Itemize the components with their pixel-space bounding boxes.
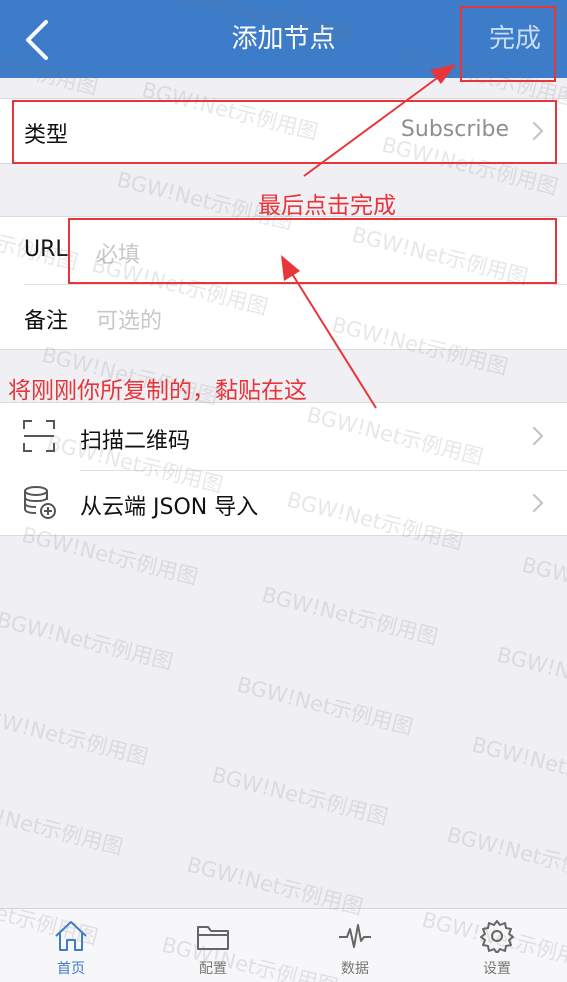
type-highlight-box — [12, 100, 557, 164]
url-highlight-box — [68, 218, 557, 284]
activity-icon — [339, 924, 371, 948]
watermark: BGW!Net示例用图 — [494, 642, 567, 710]
watermark: BGW!Net示例用图 — [259, 582, 441, 650]
watermark: BGW!Net示例用图 — [469, 732, 567, 800]
json-import-label: 从云端 JSON 导入 — [80, 495, 259, 520]
scan-icon — [23, 420, 55, 452]
note-input[interactable]: 可选的 — [96, 303, 162, 335]
note-row[interactable]: 备注 可选的 — [0, 285, 567, 349]
watermark: BGW!Net示例用图 — [234, 672, 416, 740]
watermark: BGW!Net示例用图 — [209, 762, 391, 830]
annotation-finish: 最后点击完成 — [258, 193, 396, 219]
folder-icon — [197, 926, 229, 950]
home-icon — [55, 921, 87, 951]
chevron-right-icon — [532, 493, 544, 513]
scan-qr-row[interactable]: 扫描二维码 — [0, 403, 567, 469]
tab-data[interactable]: 数据 — [310, 909, 400, 982]
json-import-row[interactable]: 从云端 JSON 导入 — [0, 471, 567, 535]
tab-bar: 首页 配置 数据 设置 — [0, 908, 567, 982]
tab-settings-label: 设置 — [483, 961, 511, 977]
tab-home[interactable]: 首页 — [26, 909, 116, 982]
tab-home-label: 首页 — [57, 961, 85, 977]
import-actions-section: 扫描二维码 从云端 JSON 导入 — [0, 402, 567, 536]
annotation-paste: 将刚刚你所复制的，黏贴在这 — [8, 378, 307, 404]
watermark: BGW!Net示例用图 — [519, 552, 567, 620]
gear-icon — [480, 920, 514, 953]
scan-qr-label: 扫描二维码 — [80, 429, 191, 454]
watermark: BGW!Net示例用图 — [0, 792, 126, 860]
watermark: BGW!Net示例用图 — [0, 702, 151, 770]
chevron-right-icon — [532, 426, 544, 446]
tab-config-label: 配置 — [199, 961, 227, 977]
note-label: 备注 — [24, 309, 69, 334]
done-highlight-box — [460, 6, 556, 82]
tab-settings[interactable]: 设置 — [452, 909, 542, 982]
url-label: URL — [24, 237, 68, 262]
database-import-icon — [24, 486, 56, 519]
tab-data-label: 数据 — [341, 961, 369, 977]
tab-config[interactable]: 配置 — [168, 909, 258, 982]
watermark: BGW!Net示例用图 — [444, 822, 567, 890]
watermark: BGW!Net示例用图 — [0, 607, 176, 675]
